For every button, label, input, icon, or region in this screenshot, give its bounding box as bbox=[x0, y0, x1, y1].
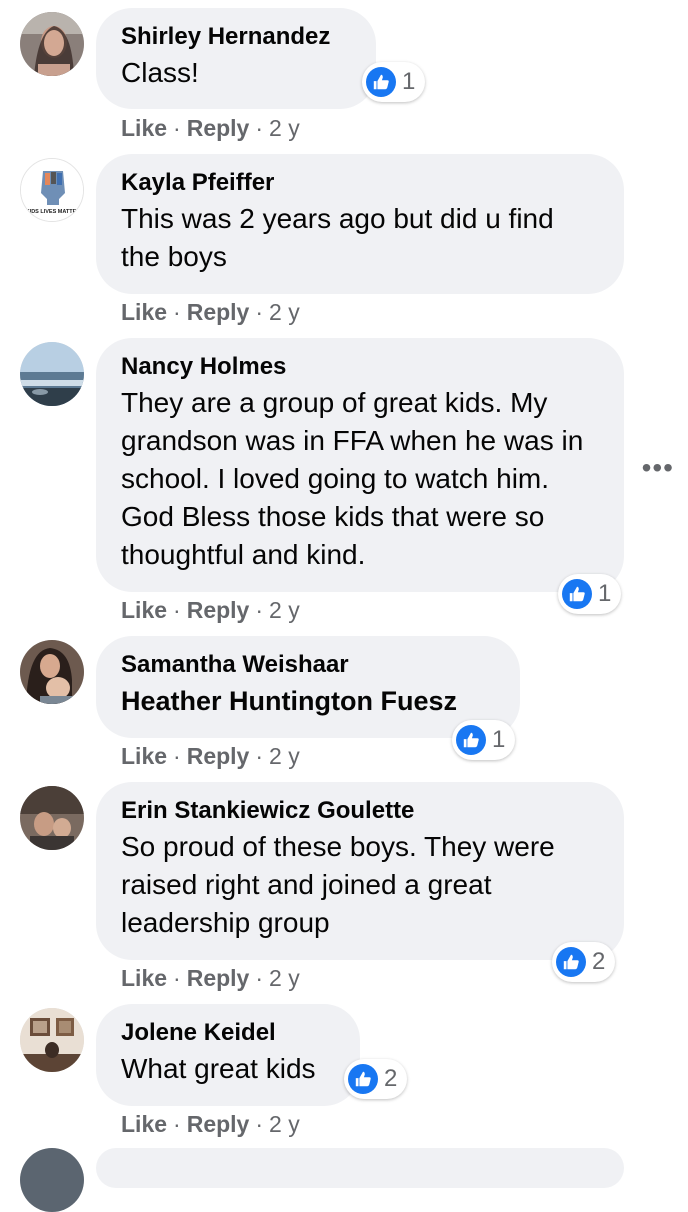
like-thumb-icon bbox=[456, 725, 486, 755]
comment-actions: Like · Reply · 2 y bbox=[121, 597, 300, 624]
comment-age: 2 y bbox=[269, 743, 300, 769]
comment-author[interactable]: Samantha Weishaar bbox=[121, 650, 494, 680]
comment-bubble: Samantha Weishaar Heather Huntington Fue… bbox=[96, 636, 520, 738]
separator: · bbox=[255, 299, 264, 325]
comment-text: They are a group of great kids. My grand… bbox=[121, 387, 584, 570]
avatar[interactable] bbox=[20, 12, 84, 76]
reaction-number: 1 bbox=[598, 580, 612, 607]
avatar[interactable] bbox=[20, 342, 84, 406]
reaction-number: 2 bbox=[592, 948, 606, 975]
comment-age: 2 y bbox=[269, 597, 300, 623]
comment-text: So proud of these boys. They were raised… bbox=[121, 831, 555, 938]
comment-age: 2 y bbox=[269, 115, 300, 141]
reaction-count[interactable]: 1 bbox=[452, 720, 516, 760]
like-button[interactable]: Like bbox=[121, 743, 167, 769]
like-button[interactable]: Like bbox=[121, 1111, 167, 1137]
reaction-number: 1 bbox=[492, 726, 506, 753]
separator: · bbox=[173, 1111, 181, 1137]
comment-author[interactable]: Nancy Holmes bbox=[121, 352, 598, 382]
comment-actions: Like · Reply · 2 y bbox=[121, 743, 300, 770]
comment-text: What great kids bbox=[121, 1053, 316, 1084]
separator: · bbox=[255, 743, 264, 769]
comment-bubble: Kayla Pfeiffer This was 2 years ago but … bbox=[96, 154, 624, 294]
avatar[interactable] bbox=[20, 1148, 84, 1212]
separator: · bbox=[255, 1111, 264, 1137]
avatar[interactable] bbox=[20, 786, 84, 850]
separator: · bbox=[173, 743, 181, 769]
separator: · bbox=[255, 965, 264, 991]
like-thumb-icon bbox=[366, 67, 396, 97]
like-button[interactable]: Like bbox=[121, 597, 167, 623]
separator: · bbox=[173, 299, 181, 325]
reply-button[interactable]: Reply bbox=[187, 115, 250, 141]
comment-author[interactable]: Jolene Keidel bbox=[121, 1018, 334, 1048]
comment-author[interactable]: Erin Stankiewicz Goulette bbox=[121, 796, 598, 826]
comment-author[interactable]: Kayla Pfeiffer bbox=[121, 168, 598, 198]
avatar-logo-text: KIDS LIVES MATTER bbox=[26, 209, 81, 215]
comment-bubble: Nancy Holmes They are a group of great k… bbox=[96, 338, 624, 592]
reply-button[interactable]: Reply bbox=[187, 1111, 250, 1137]
comment-age: 2 y bbox=[269, 1111, 300, 1137]
mention-link[interactable]: Heather Huntington Fuesz bbox=[121, 682, 494, 720]
comment-author[interactable]: Shirley Hernandez bbox=[121, 22, 350, 52]
like-thumb-icon bbox=[562, 579, 592, 609]
reaction-count[interactable]: 1 bbox=[558, 574, 622, 614]
separator: · bbox=[255, 115, 264, 141]
comment-actions: Like · Reply · 2 y bbox=[121, 1111, 300, 1138]
separator: · bbox=[173, 597, 181, 623]
reply-button[interactable]: Reply bbox=[187, 743, 250, 769]
reaction-count[interactable]: 2 bbox=[344, 1059, 408, 1099]
avatar[interactable]: KIDS LIVES MATTER bbox=[20, 158, 84, 222]
avatar[interactable] bbox=[20, 640, 84, 704]
comment-bubble: Erin Stankiewicz Goulette So proud of th… bbox=[96, 782, 624, 960]
avatar[interactable] bbox=[20, 1008, 84, 1072]
reaction-count[interactable]: 1 bbox=[362, 62, 426, 102]
reaction-number: 2 bbox=[384, 1065, 398, 1092]
comment-bubble: Jolene Keidel What great kids bbox=[96, 1004, 360, 1106]
reaction-count[interactable]: 2 bbox=[552, 942, 616, 982]
comment-bubble: Shirley Hernandez Class! bbox=[96, 8, 376, 109]
comment-actions: Like · Reply · 2 y bbox=[121, 299, 300, 326]
comment-bubble bbox=[96, 1148, 624, 1188]
reaction-number: 1 bbox=[402, 68, 416, 95]
separator: · bbox=[173, 965, 181, 991]
like-thumb-icon bbox=[348, 1064, 378, 1094]
comment-actions: Like · Reply · 2 y bbox=[121, 115, 300, 142]
reply-button[interactable]: Reply bbox=[187, 299, 250, 325]
separator: · bbox=[255, 597, 264, 623]
like-button[interactable]: Like bbox=[121, 115, 167, 141]
comment-age: 2 y bbox=[269, 299, 300, 325]
comment-text: This was 2 years ago but did u find the … bbox=[121, 203, 554, 272]
separator: · bbox=[173, 115, 181, 141]
more-options-icon[interactable]: ••• bbox=[642, 452, 674, 484]
comment-actions: Like · Reply · 2 y bbox=[121, 965, 300, 992]
like-button[interactable]: Like bbox=[121, 965, 167, 991]
reply-button[interactable]: Reply bbox=[187, 965, 250, 991]
reply-button[interactable]: Reply bbox=[187, 597, 250, 623]
like-button[interactable]: Like bbox=[121, 299, 167, 325]
like-thumb-icon bbox=[556, 947, 586, 977]
comment-age: 2 y bbox=[269, 965, 300, 991]
comment-text: Class! bbox=[121, 57, 199, 88]
